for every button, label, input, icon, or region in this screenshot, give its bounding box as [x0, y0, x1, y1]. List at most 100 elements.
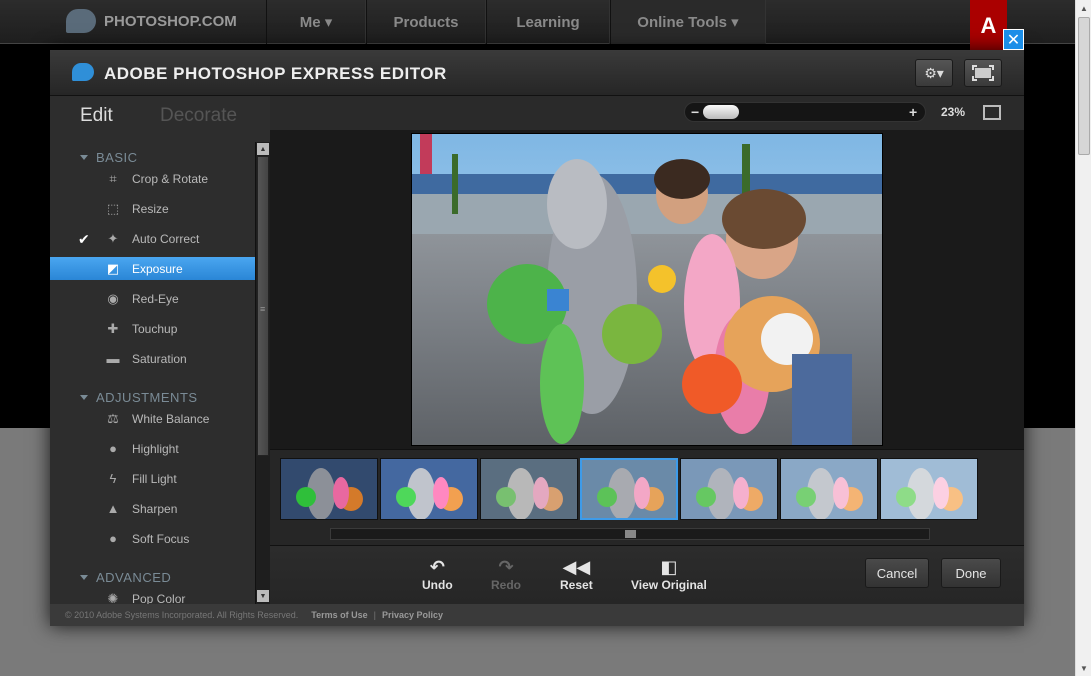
section-basic[interactable]: BASIC: [80, 150, 138, 165]
bulb-icon: ●: [109, 441, 117, 456]
tab-edit[interactable]: Edit: [80, 105, 113, 127]
tool-pop-color[interactable]: ✺ Pop Color: [50, 587, 255, 605]
editor-window: ADOBE PHOTOSHOP EXPRESS EDITOR ⚙▾ Edit D…: [50, 50, 1024, 626]
done-button[interactable]: Done: [941, 558, 1001, 588]
filmstrip-scrollbar[interactable]: [330, 528, 930, 540]
tool-saturation[interactable]: ▬ Saturation: [50, 347, 255, 370]
tool-label: Sharpen: [132, 501, 178, 516]
scroll-down-arrow-icon[interactable]: ▼: [257, 590, 269, 602]
photoshop-logo-icon: [66, 9, 96, 33]
nav-me[interactable]: Me ▾: [266, 0, 366, 44]
editor-title: ADOBE PHOTOSHOP EXPRESS EDITOR: [104, 64, 447, 83]
lightning-icon: ϟ: [109, 471, 117, 486]
tool-label: Red-Eye: [132, 291, 179, 306]
view-original-button[interactable]: ◧ View Original: [631, 556, 707, 592]
filmstrip-thumb[interactable]: [880, 458, 978, 520]
section-advanced-label: ADVANCED: [96, 570, 172, 585]
redo-icon: ↷: [498, 557, 514, 577]
scroll-down-arrow-icon[interactable]: ▼: [1076, 660, 1091, 676]
page-scrollbar[interactable]: ▲ ▼: [1075, 0, 1091, 676]
fullscreen-button[interactable]: [964, 59, 1002, 87]
tool-resize[interactable]: ⬚ Resize: [50, 197, 255, 220]
zoom-bar: − + 23%: [270, 96, 1024, 131]
tool-exposure[interactable]: ◩ Exposure: [50, 257, 255, 280]
tool-label: Soft Focus: [132, 531, 190, 546]
filmstrip-thumb[interactable]: [780, 458, 878, 520]
redo-label: Redo: [491, 578, 521, 592]
tools-scrollbar[interactable]: ▲ ≡ ▼: [255, 142, 270, 604]
photo-preview[interactable]: [411, 133, 883, 446]
photoshop-express-icon: [72, 63, 94, 81]
compare-icon: ◧: [660, 557, 678, 577]
tool-fill-light[interactable]: ϟ Fill Light: [50, 467, 255, 490]
zoom-out-button[interactable]: −: [691, 104, 699, 120]
tool-label: Resize: [132, 201, 169, 216]
collapse-triangle-icon: [80, 395, 88, 400]
tool-red-eye[interactable]: ◉ Red-Eye: [50, 287, 255, 310]
scale-icon: ⚖: [107, 410, 119, 426]
zoom-percent: 23%: [941, 105, 966, 119]
filmstrip-thumb[interactable]: [480, 458, 578, 520]
saturation-icon: ▬: [106, 351, 120, 366]
tool-label: Crop & Rotate: [132, 171, 209, 186]
fit-to-screen-icon[interactable]: [983, 105, 1001, 120]
adobe-logo[interactable]: A: [970, 0, 1007, 52]
section-basic-label: BASIC: [96, 150, 138, 165]
collapse-triangle-icon: [80, 155, 88, 160]
privacy-link[interactable]: Privacy Policy: [382, 610, 443, 620]
fullscreen-icon: [972, 65, 994, 81]
tab-decorate[interactable]: Decorate: [160, 105, 237, 127]
terms-link[interactable]: Terms of Use: [311, 610, 367, 620]
settings-button[interactable]: ⚙▾: [915, 59, 953, 87]
tool-highlight[interactable]: ● Highlight: [50, 437, 255, 460]
magic-wand-icon: ✦: [107, 230, 119, 246]
collapse-triangle-icon: [80, 575, 88, 580]
filmstrip-thumb[interactable]: [280, 458, 378, 520]
grip-icon: ≡: [260, 304, 266, 314]
tool-crop-rotate[interactable]: ⌗ Crop & Rotate: [50, 167, 255, 190]
undo-label: Undo: [422, 578, 453, 592]
close-icon: ✕: [1006, 31, 1021, 49]
zoom-in-button[interactable]: +: [909, 104, 917, 120]
tool-label: Exposure: [132, 261, 183, 276]
scroll-up-arrow-icon[interactable]: ▲: [1076, 0, 1091, 16]
section-adjustments[interactable]: ADJUSTMENTS: [80, 390, 198, 405]
tool-auto-correct[interactable]: ✔ ✦ Auto Correct: [50, 227, 255, 250]
close-editor-button[interactable]: ✕: [1003, 29, 1024, 50]
tool-touchup[interactable]: ✚ Touchup: [50, 317, 255, 340]
eye-icon: ◉: [107, 290, 119, 306]
zoom-slider[interactable]: − +: [684, 102, 926, 122]
filmstrip-thumb[interactable]: [680, 458, 778, 520]
nav-learning[interactable]: Learning: [486, 0, 610, 44]
filmstrip-thumb[interactable]: [380, 458, 478, 520]
scroll-up-arrow-icon[interactable]: ▲: [257, 143, 269, 155]
gear-icon: ⚙▾: [924, 64, 944, 81]
tool-soft-focus[interactable]: ● Soft Focus: [50, 527, 255, 550]
redo-button[interactable]: ↷ Redo: [491, 556, 521, 592]
main-area: − + 23% ↶ Undo ↷ Redo ◀◀ Reset ◧ View Or…: [270, 96, 1024, 604]
nav-products[interactable]: Products: [366, 0, 486, 44]
cancel-button[interactable]: Cancel: [865, 558, 929, 588]
reset-button[interactable]: ◀◀ Reset: [560, 556, 593, 592]
section-advanced[interactable]: ADVANCED: [80, 570, 171, 585]
page-scrollbar-thumb[interactable]: [1078, 17, 1090, 155]
tool-label: Fill Light: [132, 471, 177, 486]
filmstrip: [270, 449, 1024, 545]
triangle-icon: ▲: [106, 501, 120, 516]
site-logo[interactable]: PHOTOSHOP.COM: [66, 9, 237, 33]
tool-white-balance[interactable]: ⚖ White Balance: [50, 407, 255, 430]
check-icon: ✔: [78, 230, 90, 247]
filmstrip-scroll-thumb[interactable]: [625, 530, 636, 538]
exposure-icon: ◩: [106, 260, 120, 276]
tool-sharpen[interactable]: ▲ Sharpen: [50, 497, 255, 520]
editor-footer: © 2010 Adobe Systems Incorporated. All R…: [50, 604, 1024, 626]
image-canvas: [270, 131, 1024, 449]
site-navbar: PHOTOSHOP.COM Me ▾ Products Learning Onl…: [0, 0, 1075, 44]
tool-label: White Balance: [132, 411, 210, 426]
undo-button[interactable]: ↶ Undo: [422, 556, 453, 592]
view-original-label: View Original: [631, 578, 707, 592]
drop-icon: ●: [109, 531, 117, 546]
zoom-slider-thumb[interactable]: [703, 105, 739, 119]
filmstrip-thumb-selected[interactable]: [580, 458, 678, 520]
nav-online-tools[interactable]: Online Tools ▾: [610, 0, 766, 44]
